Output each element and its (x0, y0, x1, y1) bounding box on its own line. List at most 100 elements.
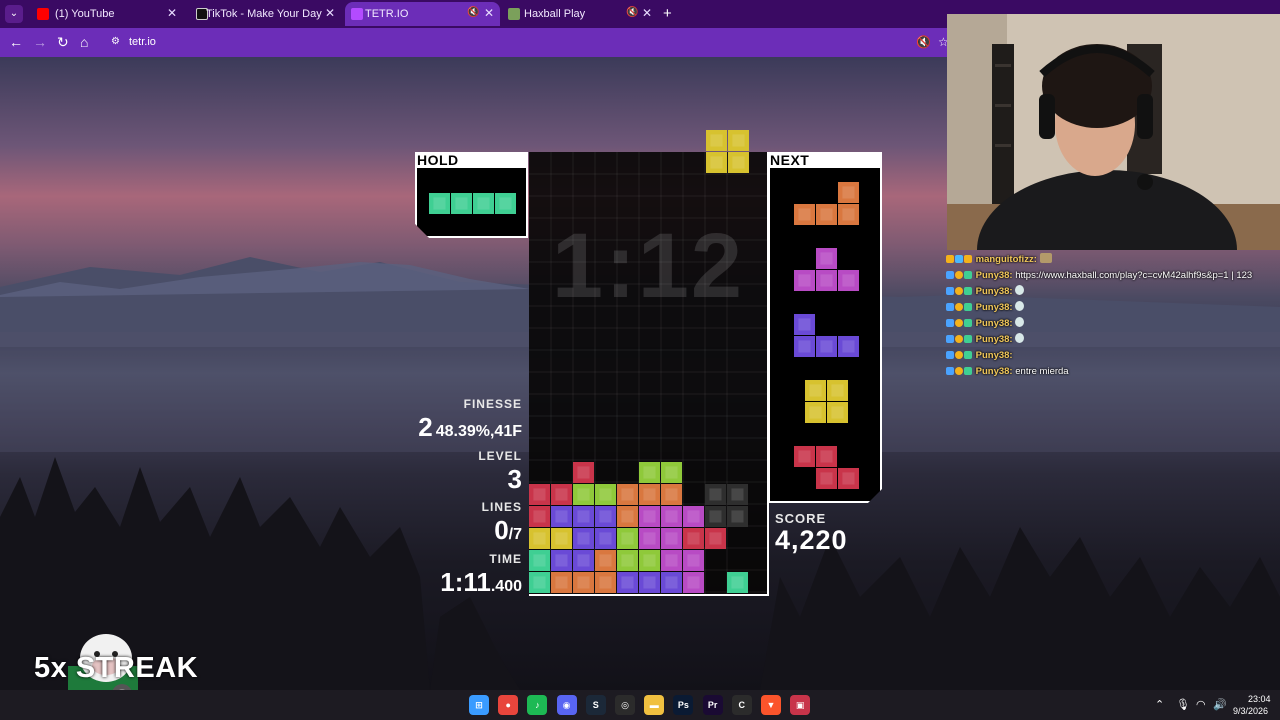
chrome-icon[interactable]: ● (498, 695, 519, 715)
back-arrow-icon[interactable]: ← (9, 34, 23, 50)
mino-inner (820, 340, 832, 352)
chat-text: https://www.haxball.com/play?c=cvM42alhf… (1015, 270, 1253, 281)
mino-inner (710, 134, 723, 147)
close-tab-icon[interactable]: ✕ (167, 6, 177, 20)
address-bar[interactable]: tetr.io (129, 36, 156, 48)
chat-username: Puny38: (975, 350, 1013, 361)
stream-chat: manguitofizz: Puny38: https://www.haxbal… (946, 252, 1280, 380)
clock-time[interactable]: 23:04 (1248, 694, 1271, 704)
mino-inner (555, 510, 568, 523)
muted-speaker-icon[interactable]: 🔇 (916, 35, 931, 49)
chat-message: Puny38: (946, 284, 1280, 300)
chat-text: entre mierda (1015, 366, 1069, 377)
coin-badge-icon (955, 303, 963, 311)
game-board[interactable]: 1:12 (529, 152, 769, 596)
chat-message: Puny38: (946, 348, 1280, 364)
coin-badge-icon (955, 351, 963, 359)
sub-badge-icon (964, 287, 972, 295)
mino-inner (732, 134, 745, 147)
crown-badge-icon (946, 255, 954, 263)
tab-title: TikTok - Make Your Day (206, 8, 322, 20)
streamer-webcam-image (947, 14, 1280, 250)
close-tab-icon[interactable]: ✕ (642, 6, 652, 20)
mino-inner (555, 488, 568, 501)
mino-inner (599, 554, 612, 567)
tab-youtube[interactable]: (1) YouTube ✕ (27, 2, 182, 26)
mino-inner (820, 252, 832, 264)
muted-speaker-icon[interactable]: 🔇 (626, 7, 638, 18)
reload-icon[interactable]: ↻ (57, 34, 69, 51)
streak-counter: 5x STREAK (34, 652, 199, 684)
mino-inner (831, 384, 843, 396)
mino-inner (533, 488, 546, 501)
mino-inner (533, 554, 546, 567)
mino-inner (842, 340, 854, 352)
file-explorer-icon[interactable]: ▬ (644, 695, 665, 715)
forward-arrow-icon[interactable]: → (33, 34, 47, 50)
mino-inner (643, 532, 656, 545)
lines-target: /7 (508, 526, 522, 543)
mino-inner (643, 576, 656, 589)
mod-sword-badge-icon (946, 335, 954, 343)
app-icon[interactable]: ▣ (790, 695, 811, 715)
mino-inner (842, 472, 854, 484)
sub-badge-icon (964, 351, 972, 359)
windows-start-icon[interactable]: ⊞ (469, 695, 489, 715)
mino-inner (665, 466, 678, 479)
premiere-icon[interactable]: Pr (702, 695, 723, 715)
tab-search-icon[interactable]: ⌄ (5, 5, 23, 23)
mino-inner (621, 554, 634, 567)
mino-inner (533, 510, 546, 523)
muted-speaker-icon[interactable]: 🔇 (467, 7, 479, 18)
microphone-icon[interactable]: 🎙 (1176, 698, 1190, 711)
mino-inner (555, 554, 568, 567)
sub-badge-icon (964, 319, 972, 327)
steam-icon[interactable]: S (585, 695, 606, 715)
chat-username: Puny38: (975, 286, 1013, 297)
mino-inner (621, 576, 634, 589)
mod-sword-badge-icon (946, 271, 954, 279)
mino-inner (643, 510, 656, 523)
new-tab-plus-icon[interactable]: + (663, 5, 672, 22)
spotify-icon[interactable]: ♪ (527, 695, 548, 715)
mino-inner (798, 274, 810, 286)
close-tab-icon[interactable]: ✕ (484, 6, 494, 20)
mino-inner (577, 576, 590, 589)
coin-badge-icon (955, 335, 963, 343)
mino-inner (798, 450, 810, 462)
obs-icon[interactable]: ◎ (615, 695, 635, 715)
mod-sword-badge-icon (946, 303, 954, 311)
tab-title: Haxball Play (524, 8, 586, 20)
brave-icon[interactable]: ▼ (761, 695, 781, 715)
mino-inner (599, 510, 612, 523)
emote-icon (1015, 333, 1025, 343)
mino-inner (577, 554, 590, 567)
tab-tetrio[interactable]: TETR.IO 🔇 ✕ (345, 2, 500, 26)
mino-inner (555, 532, 568, 545)
ccleaner-icon[interactable]: C (731, 695, 752, 715)
tab-haxball[interactable]: Haxball Play 🔇 ✕ (502, 2, 657, 26)
mino-inner (621, 510, 634, 523)
site-settings-icon[interactable]: ⚙ (111, 36, 120, 47)
mino-inner (599, 532, 612, 545)
volume-icon[interactable]: 🔊 (1213, 698, 1227, 711)
close-tab-icon[interactable]: ✕ (325, 6, 335, 20)
webcam-overlay (947, 14, 1280, 250)
home-icon[interactable]: ⌂ (80, 34, 88, 50)
wifi-icon[interactable]: ◠ (1196, 698, 1206, 711)
mino-inner (665, 488, 678, 501)
time-value: 1:11.400 (440, 567, 522, 598)
mino-inner (455, 197, 467, 209)
finesse-detail: 48.39%,41F (435, 423, 522, 440)
mod-sword-badge-icon (946, 367, 954, 375)
clock-date[interactable]: 9/3/2026 (1233, 706, 1268, 716)
photoshop-icon[interactable]: Ps (673, 695, 694, 715)
discord-icon[interactable]: ◉ (556, 695, 577, 715)
chevron-up-icon[interactable]: ⌃ (1155, 698, 1164, 711)
youtube-favicon-icon (37, 8, 49, 20)
lines-label: LINES (481, 500, 522, 514)
score-value: 4,220 (775, 525, 848, 555)
tab-tiktok[interactable]: TikTok - Make Your Day ✕ (186, 2, 341, 26)
mino-inner (731, 510, 744, 523)
mino-inner (831, 406, 843, 418)
